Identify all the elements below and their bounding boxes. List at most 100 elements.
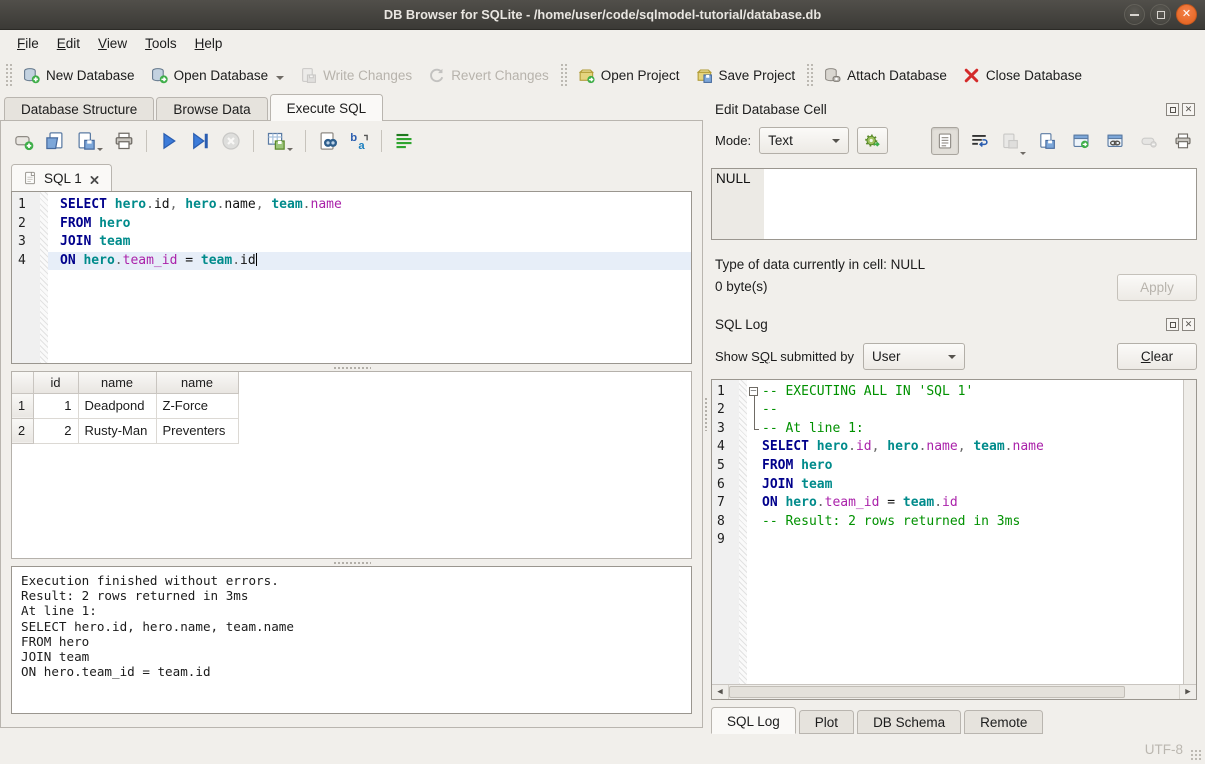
minimize-button[interactable] xyxy=(1124,4,1145,25)
apply-button[interactable]: Apply xyxy=(1117,274,1197,301)
toolbar-handle[interactable] xyxy=(806,63,813,87)
svg-text:a: a xyxy=(358,140,365,151)
editor-line[interactable]: 2FROM hero xyxy=(12,215,691,234)
execution-message-panel[interactable]: Execution finished without errors. Resul… xyxy=(11,566,692,714)
scroll-right-icon[interactable]: ▶ xyxy=(1180,685,1196,699)
column-header-id[interactable]: id xyxy=(33,372,78,393)
dock-tab-sql-log[interactable]: SQL Log xyxy=(711,707,796,734)
close-dock-icon[interactable]: ✕ xyxy=(1182,318,1195,331)
set-null-button[interactable] xyxy=(1135,127,1163,155)
print-cell-button[interactable] xyxy=(1169,127,1197,155)
close-dock-icon[interactable]: ✕ xyxy=(1182,103,1195,116)
message-splitter[interactable] xyxy=(1,559,702,566)
open-sql-file-button[interactable] xyxy=(44,130,66,152)
encoding-indicator: UTF-8 xyxy=(1145,742,1183,757)
menu-file[interactable]: File xyxy=(8,32,48,55)
scroll-left-icon[interactable]: ◀ xyxy=(712,685,728,699)
dock-tab-plot[interactable]: Plot xyxy=(799,710,854,734)
open-database-button[interactable]: Open Database xyxy=(143,62,293,89)
scroll-thumb[interactable] xyxy=(729,686,1125,698)
auto-apply-button[interactable] xyxy=(857,127,888,154)
export-results-button[interactable] xyxy=(265,130,294,152)
cell-editor[interactable]: NULL xyxy=(711,168,1197,240)
table-cell[interactable]: 2 xyxy=(33,418,78,443)
new-database-button[interactable]: New Database xyxy=(15,62,143,89)
dock-tab-remote[interactable]: Remote xyxy=(964,710,1043,734)
menu-tools[interactable]: Tools xyxy=(136,32,186,55)
sql-editor[interactable]: 1SELECT hero.id, hero.name, team.name2FR… xyxy=(11,191,692,364)
submitted-by-select[interactable]: User xyxy=(863,343,965,370)
open-project-button[interactable]: Open Project xyxy=(570,62,688,89)
dock-tab-db-schema[interactable]: DB Schema xyxy=(857,710,961,734)
toolbar-handle[interactable] xyxy=(560,63,567,87)
fold-marker xyxy=(747,457,762,476)
attach-database-button[interactable]: Attach Database xyxy=(816,62,955,89)
close-button[interactable]: ✕ xyxy=(1176,4,1197,25)
format-sql-button[interactable] xyxy=(393,130,415,152)
results-grid[interactable]: idnamename11DeadpondZ-Force22Rusty-ManPr… xyxy=(11,371,692,559)
log-vertical-scrollbar[interactable] xyxy=(1183,380,1196,684)
tab-browse-data[interactable]: Browse Data xyxy=(156,97,267,121)
editor-line[interactable]: 4ON hero.team_id = team.id xyxy=(12,252,691,271)
close-database-button[interactable]: Close Database xyxy=(955,62,1090,89)
table-cell[interactable]: 1 xyxy=(33,393,78,418)
fold-marker[interactable]: – xyxy=(747,383,762,402)
revert-changes-button[interactable]: Revert Changes xyxy=(420,62,557,89)
tab-execute-sql[interactable]: Execute SQL xyxy=(270,94,384,121)
resize-grip[interactable] xyxy=(1190,749,1202,761)
menu-view[interactable]: View xyxy=(89,32,136,55)
bottom-dock-tabs: SQL LogPlotDB SchemaRemote xyxy=(711,707,1197,734)
tab-database-structure[interactable]: Database Structure xyxy=(4,97,154,121)
sql-log-view[interactable]: 1–-- EXECUTING ALL IN 'SQL 1'2--3-- At l… xyxy=(711,379,1197,700)
titlebar[interactable]: DB Browser for SQLite - /home/user/code/… xyxy=(0,0,1205,30)
line-number: 4 xyxy=(712,438,739,457)
table-cell[interactable]: Rusty-Man xyxy=(78,418,156,443)
execute-all-button[interactable] xyxy=(158,130,180,152)
print-sql-button[interactable] xyxy=(113,130,135,152)
float-dock-icon[interactable] xyxy=(1166,103,1179,116)
left-pane: Database StructureBrowse DataExecute SQL… xyxy=(0,94,703,734)
chevron-down-icon[interactable] xyxy=(97,148,103,151)
save-project-button[interactable]: Save Project xyxy=(688,62,804,89)
chevron-down-icon[interactable] xyxy=(287,148,293,151)
open-external-button[interactable] xyxy=(1067,127,1095,155)
toolbar-handle[interactable] xyxy=(5,63,12,87)
row-header[interactable]: 1 xyxy=(12,393,33,418)
results-splitter[interactable] xyxy=(1,364,702,371)
replace-button[interactable]: ba xyxy=(348,130,370,152)
maximize-button[interactable] xyxy=(1150,4,1171,25)
export-file-button[interactable] xyxy=(1033,127,1061,155)
table-cell[interactable]: Z-Force xyxy=(156,393,238,418)
sql-tab[interactable]: SQL 1 xyxy=(11,164,112,191)
write-changes-button[interactable]: Write Changes xyxy=(292,62,420,89)
save-sql-file-button[interactable] xyxy=(75,130,104,152)
row-header[interactable]: 2 xyxy=(12,418,33,443)
open-sql-tab-button[interactable] xyxy=(13,130,35,152)
chevron-down-icon[interactable] xyxy=(276,76,284,80)
stop-button[interactable] xyxy=(220,130,242,152)
minimize-icon xyxy=(1130,14,1139,16)
execute-line-button[interactable] xyxy=(189,130,211,152)
float-dock-icon[interactable] xyxy=(1166,318,1179,331)
table-cell[interactable]: Deadpond xyxy=(78,393,156,418)
column-header-name[interactable]: name xyxy=(78,372,156,393)
edit-cell-title: Edit Database Cell xyxy=(715,102,827,117)
toolbar-separator xyxy=(146,130,147,152)
menu-help[interactable]: Help xyxy=(186,32,232,55)
word-wrap-button[interactable] xyxy=(965,127,993,155)
find-button[interactable] xyxy=(317,130,339,152)
table-cell[interactable]: Preventers xyxy=(156,418,238,443)
log-text: -- EXECUTING ALL IN 'SQL 1' xyxy=(762,383,1196,402)
import-file-button[interactable] xyxy=(999,127,1027,155)
close-tab-icon[interactable] xyxy=(89,173,100,184)
clear-button[interactable]: Clear xyxy=(1117,343,1197,370)
editor-line[interactable]: 1SELECT hero.id, hero.name, team.name xyxy=(12,196,691,215)
text-mode-button[interactable] xyxy=(931,127,959,155)
log-horizontal-scrollbar[interactable]: ◀ ▶ xyxy=(712,684,1196,699)
mode-select[interactable]: Text xyxy=(759,127,849,154)
copy-link-button[interactable] xyxy=(1101,127,1129,155)
menu-edit[interactable]: Edit xyxy=(48,32,89,55)
column-header-name[interactable]: name xyxy=(156,372,238,393)
toolbar-separator xyxy=(381,130,382,152)
editor-line[interactable]: 3JOIN team xyxy=(12,233,691,252)
